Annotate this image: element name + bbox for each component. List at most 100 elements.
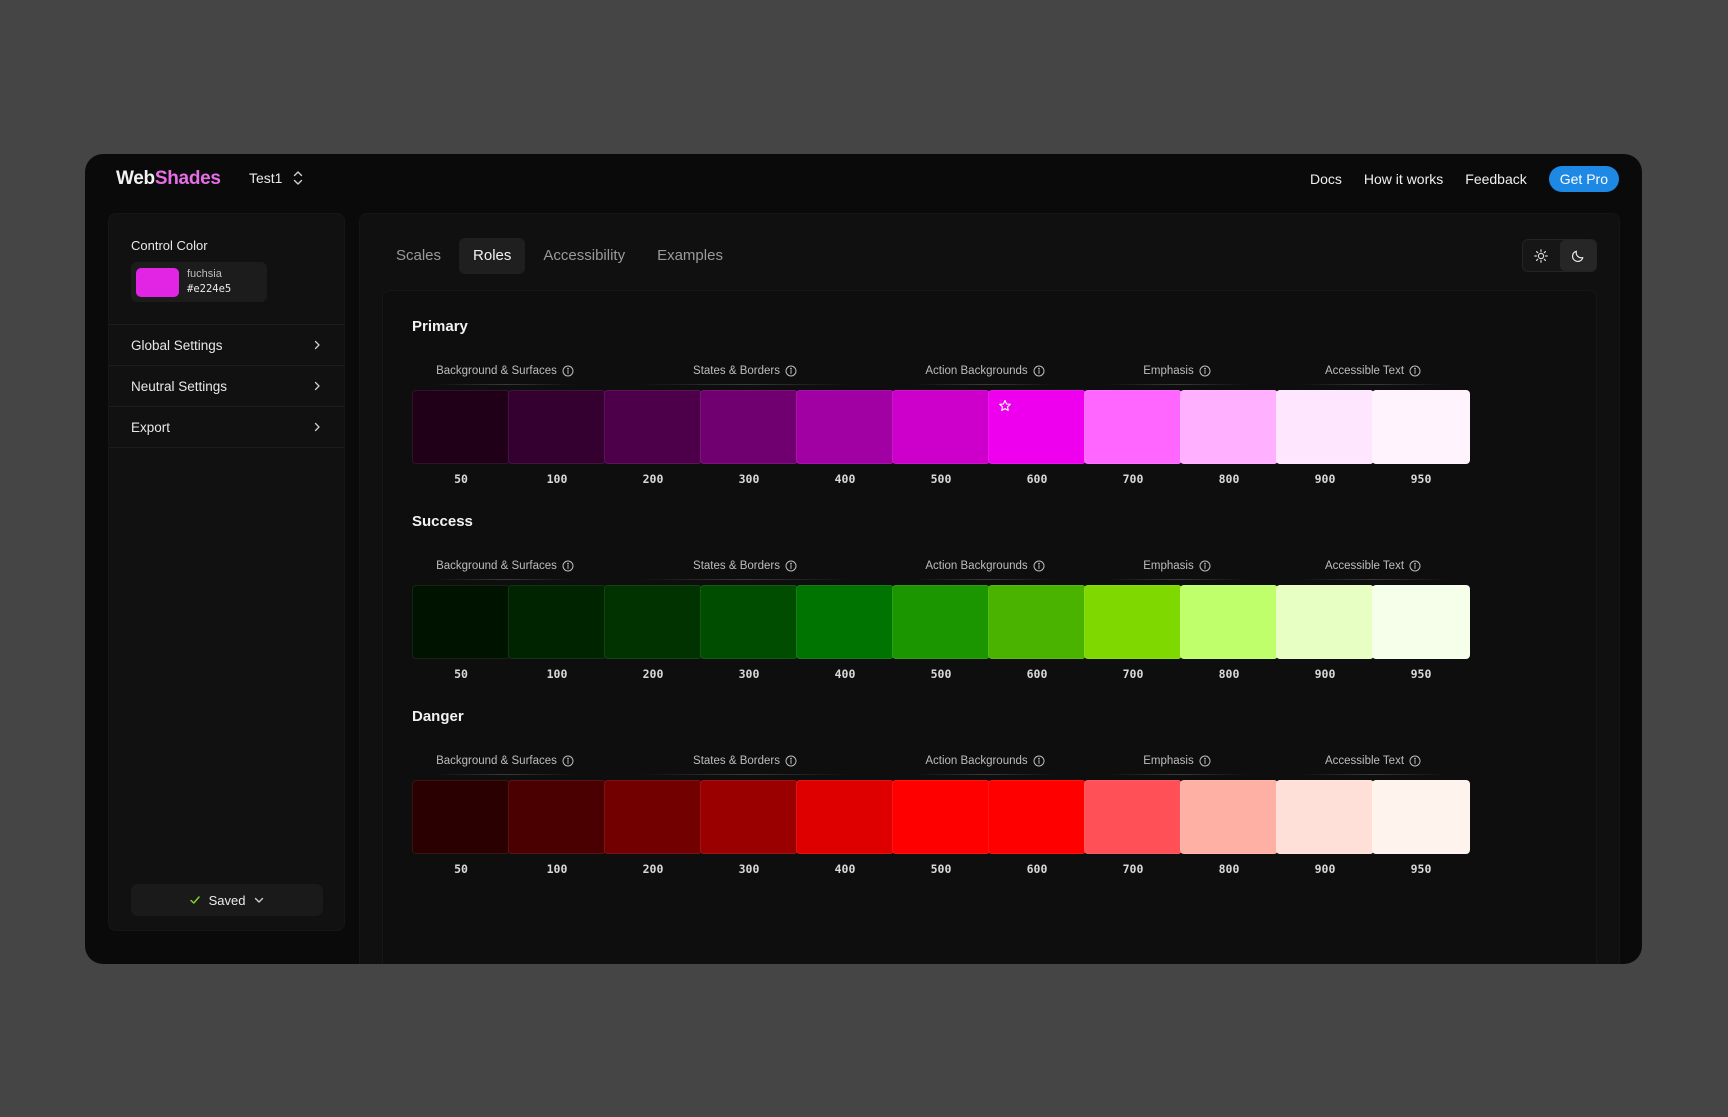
color-swatch-800[interactable] — [1180, 585, 1278, 659]
control-color-picker[interactable]: fuchsia #e224e5 — [131, 262, 267, 302]
saved-status-button[interactable]: Saved — [131, 884, 323, 916]
sidebar: Control Color fuchsia #e224e5 Global Set… — [108, 213, 345, 931]
logo[interactable]: WebShades — [116, 168, 221, 190]
shade-label: 400 — [834, 862, 856, 876]
role-group-label: Action Backgrounds — [892, 556, 1078, 580]
main-content: Scales Roles Accessibility Examples Prim… — [359, 213, 1620, 964]
color-swatch-800[interactable] — [1180, 780, 1278, 854]
color-swatch-900[interactable] — [1276, 780, 1374, 854]
shade-label: 900 — [1314, 667, 1336, 681]
color-swatch-950[interactable] — [1372, 390, 1470, 464]
light-mode-button[interactable] — [1523, 240, 1560, 271]
shade-label: 950 — [1410, 667, 1432, 681]
project-switcher[interactable]: Test1 — [249, 170, 304, 186]
logo-text-web: Web — [116, 168, 155, 189]
role-group-label: Action Backgrounds — [892, 751, 1078, 775]
color-swatch-100[interactable] — [508, 390, 606, 464]
color-swatch-950[interactable] — [1372, 780, 1470, 854]
shade-label: 700 — [1122, 862, 1144, 876]
nav-feedback-link[interactable]: Feedback — [1465, 171, 1526, 187]
info-icon[interactable] — [1199, 560, 1211, 572]
info-icon[interactable] — [562, 560, 574, 572]
tab-examples[interactable]: Examples — [643, 238, 737, 274]
info-icon[interactable] — [785, 560, 797, 572]
swatch-row: 50 100 200 300 400 500 600 700 800 900 950 — [412, 585, 1568, 685]
sidebar-item-label: Neutral Settings — [131, 378, 228, 394]
color-swatch-900[interactable] — [1276, 390, 1374, 464]
role-group-label-text: Action Backgrounds — [925, 365, 1028, 377]
color-swatch-100[interactable] — [508, 780, 606, 854]
shade-label: 300 — [738, 667, 760, 681]
shade-label: 700 — [1122, 472, 1144, 486]
info-icon[interactable] — [1199, 755, 1211, 767]
dark-mode-button[interactable] — [1559, 240, 1596, 271]
sidebar-item-global-settings[interactable]: Global Settings — [109, 325, 344, 366]
sidebar-item-label: Global Settings — [131, 337, 223, 353]
info-icon[interactable] — [1033, 755, 1045, 767]
shade-label: 950 — [1410, 472, 1432, 486]
color-swatch-300[interactable] — [700, 585, 798, 659]
info-icon[interactable] — [1409, 365, 1421, 377]
color-swatch-400[interactable] — [796, 585, 894, 659]
sidebar-item-neutral-settings[interactable]: Neutral Settings — [109, 366, 344, 407]
color-swatch-700[interactable] — [1084, 585, 1182, 659]
color-swatch-400[interactable] — [796, 390, 894, 464]
shade-label: 600 — [1026, 472, 1048, 486]
color-swatch-400[interactable] — [796, 780, 894, 854]
color-swatch-50[interactable] — [412, 780, 510, 854]
info-icon[interactable] — [1033, 560, 1045, 572]
role-group-label: Action Backgrounds — [892, 361, 1078, 385]
color-swatch-500[interactable] — [892, 585, 990, 659]
roles-panel: Primary Background & Surfaces States & Bor… — [382, 290, 1597, 964]
role-group-label-text: Accessible Text — [1324, 755, 1405, 767]
nav-docs-link[interactable]: Docs — [1310, 171, 1342, 187]
tab-scales[interactable]: Scales — [382, 238, 455, 274]
nav-how-it-works-link[interactable]: How it works — [1364, 171, 1443, 187]
get-pro-button[interactable]: Get Pro — [1548, 166, 1619, 192]
info-icon[interactable] — [1409, 755, 1421, 767]
role-group-label-text: Accessible Text — [1324, 560, 1405, 572]
check-icon — [189, 896, 200, 904]
info-icon[interactable] — [562, 755, 574, 767]
info-icon[interactable] — [1409, 560, 1421, 572]
sun-icon — [1534, 248, 1549, 263]
info-icon[interactable] — [785, 755, 797, 767]
tab-roles[interactable]: Roles — [459, 238, 526, 274]
role-section-primary: Primary Background & Surfaces States & Bor… — [412, 318, 1568, 486]
color-swatch-600[interactable] — [988, 585, 1086, 659]
chevron-right-icon — [314, 340, 320, 350]
shade-label: 700 — [1122, 667, 1144, 681]
tab-accessibility[interactable]: Accessibility — [529, 238, 639, 274]
color-swatch-500[interactable] — [892, 780, 990, 854]
info-icon[interactable] — [1033, 365, 1045, 377]
color-swatch-300[interactable] — [700, 780, 798, 854]
info-icon[interactable] — [562, 365, 574, 377]
color-swatch-900[interactable] — [1276, 585, 1374, 659]
color-swatch-300[interactable] — [700, 390, 798, 464]
color-swatch-50[interactable] — [412, 585, 510, 659]
color-swatch-100[interactable] — [508, 585, 606, 659]
top-nav: Docs How it works Feedback Get Pro — [1310, 166, 1619, 192]
info-icon[interactable] — [785, 365, 797, 377]
color-swatch-950[interactable] — [1372, 585, 1470, 659]
color-swatch-700[interactable] — [1084, 780, 1182, 854]
role-group-label-text: Accessible Text — [1324, 365, 1405, 377]
role-group-label: States & Borders — [604, 556, 886, 580]
color-swatch-800[interactable] — [1180, 390, 1278, 464]
header: WebShades Test1 Docs How it works Feedba… — [85, 154, 1642, 204]
color-swatch-600[interactable] — [988, 390, 1086, 464]
color-swatch-500[interactable] — [892, 390, 990, 464]
color-swatch-700[interactable] — [1084, 390, 1182, 464]
color-swatch-200[interactable] — [604, 780, 702, 854]
role-group-label: Background & Surfaces — [412, 751, 598, 775]
star-icon — [999, 399, 1011, 412]
color-swatch-600[interactable] — [988, 780, 1086, 854]
info-icon[interactable] — [1199, 365, 1211, 377]
role-group-label-text: Action Backgrounds — [925, 755, 1028, 767]
color-swatch-200[interactable] — [604, 390, 702, 464]
shade-label: 50 — [454, 472, 468, 486]
sidebar-item-export[interactable]: Export — [109, 407, 344, 448]
color-swatch-200[interactable] — [604, 585, 702, 659]
shade-label: 800 — [1218, 667, 1240, 681]
color-swatch-50[interactable] — [412, 390, 510, 464]
